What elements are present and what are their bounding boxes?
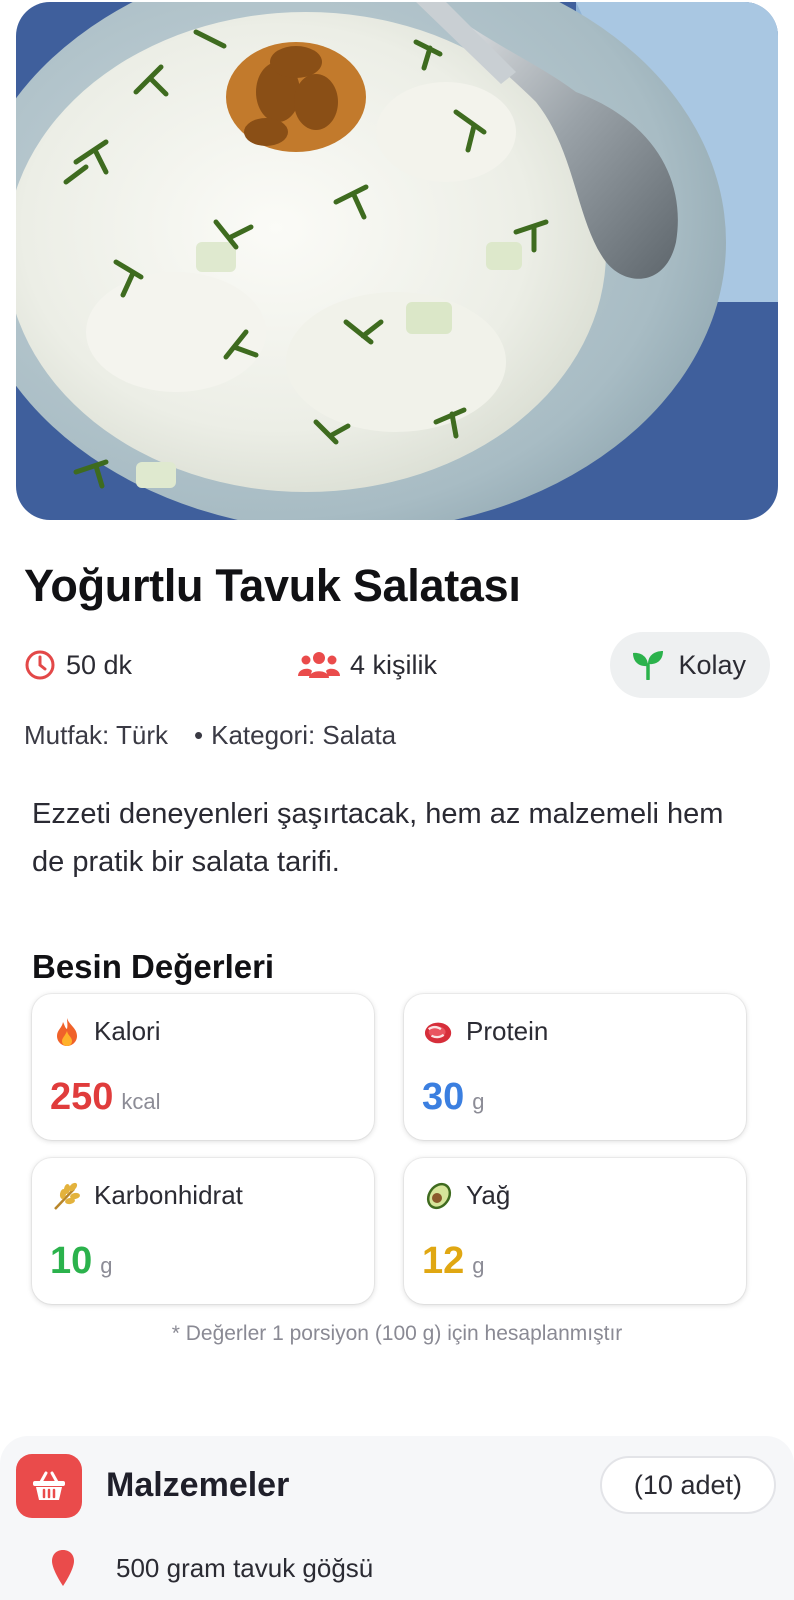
calories-unit: kcal (121, 1089, 161, 1114)
recipe-title: Yoğurtlu Tavuk Salatası (24, 560, 521, 611)
clock-icon (24, 649, 56, 681)
fire-icon (52, 1017, 82, 1047)
people-icon (298, 650, 340, 680)
avocado-icon (424, 1181, 454, 1211)
map-pin-icon (50, 1548, 76, 1588)
protein-value: 30 (422, 1076, 465, 1118)
nutrition-note: * Değerler 1 porsiyon (100 g) için hesap… (171, 1322, 623, 1345)
fat-label: Yağ (466, 1180, 511, 1210)
fat-unit: g (472, 1253, 485, 1278)
sprout-icon (632, 650, 664, 680)
nutrition-card-fat: Yağ 12 g (404, 1158, 746, 1304)
ingredients-title: Malzemeler (106, 1466, 290, 1504)
nutrition-card-protein: Protein 30 g (404, 994, 746, 1140)
fat-value: 12 (422, 1240, 465, 1282)
cuisine-category: Mutfak: Türk • Kategori: Salata (24, 720, 396, 751)
recipe-photo (16, 2, 778, 520)
carbs-value: 10 (50, 1240, 93, 1282)
carbs-label: Karbonhidrat (94, 1180, 243, 1210)
protein-label: Protein (466, 1016, 549, 1046)
nutrition-card-carbs: Karbonhidrat 10 g (32, 1158, 374, 1304)
ingredient-label: 500 gram tavuk göğsü (116, 1552, 374, 1583)
ingredients-panel: Malzemeler (10 adet) 500 gram tavuk göğs… (0, 1436, 794, 1600)
calories-label: Kalori (94, 1016, 161, 1046)
recipe-meta: 50 dk 4 kişilik Kolay (24, 632, 770, 698)
servings: 4 kişilik (298, 632, 437, 698)
cuisine-label: Mutfak: Türk (24, 720, 169, 750)
nutrition-card-calories: Kalori 250 kcal (32, 994, 374, 1140)
carbs-unit: g (100, 1253, 113, 1278)
difficulty-badge: Kolay (610, 632, 770, 698)
basket-icon (16, 1454, 82, 1518)
nutrition-title: Besin Değerleri (32, 948, 275, 985)
cook-time: 50 dk (24, 632, 132, 698)
wheat-icon (52, 1181, 82, 1211)
protein-unit: g (472, 1089, 485, 1114)
recipe-description: Ezzeti deneyenleri şaşırtacak, hem az ma… (32, 798, 724, 878)
difficulty-label: Kolay (678, 649, 746, 680)
category-label: Kategori: Salata (211, 720, 397, 750)
ingredients-count-badge: (10 adet) (599, 1456, 776, 1514)
servings-label: 4 kişilik (350, 649, 438, 680)
recipe-page: Yoğurtlu Tavuk Salatası 50 dk 4 kişilik (0, 0, 794, 1600)
calories-value: 250 (50, 1076, 114, 1118)
cook-time-label: 50 dk (66, 649, 133, 680)
separator-dot: • (194, 720, 204, 750)
meat-icon (424, 1017, 454, 1047)
ingredient-item: 500 gram tavuk göğsü (50, 1548, 373, 1588)
